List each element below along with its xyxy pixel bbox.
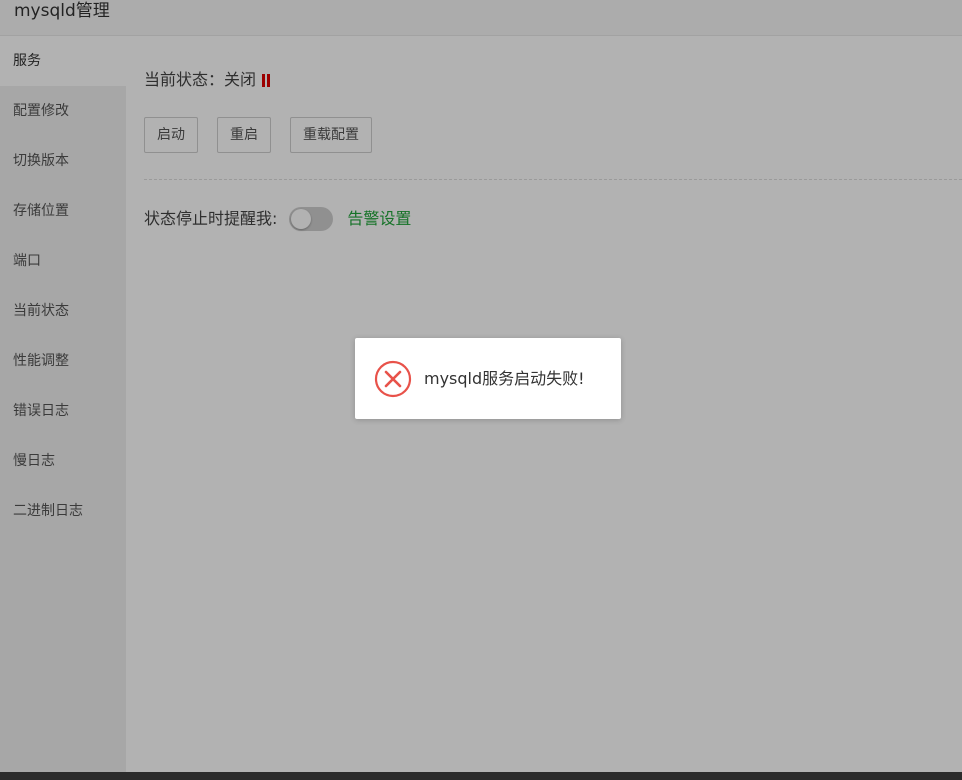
bottom-strip xyxy=(0,772,962,780)
error-icon xyxy=(374,360,412,397)
toast-message: mysqld服务启动失败! xyxy=(424,368,585,388)
error-toast: mysqld服务启动失败! xyxy=(355,338,621,419)
